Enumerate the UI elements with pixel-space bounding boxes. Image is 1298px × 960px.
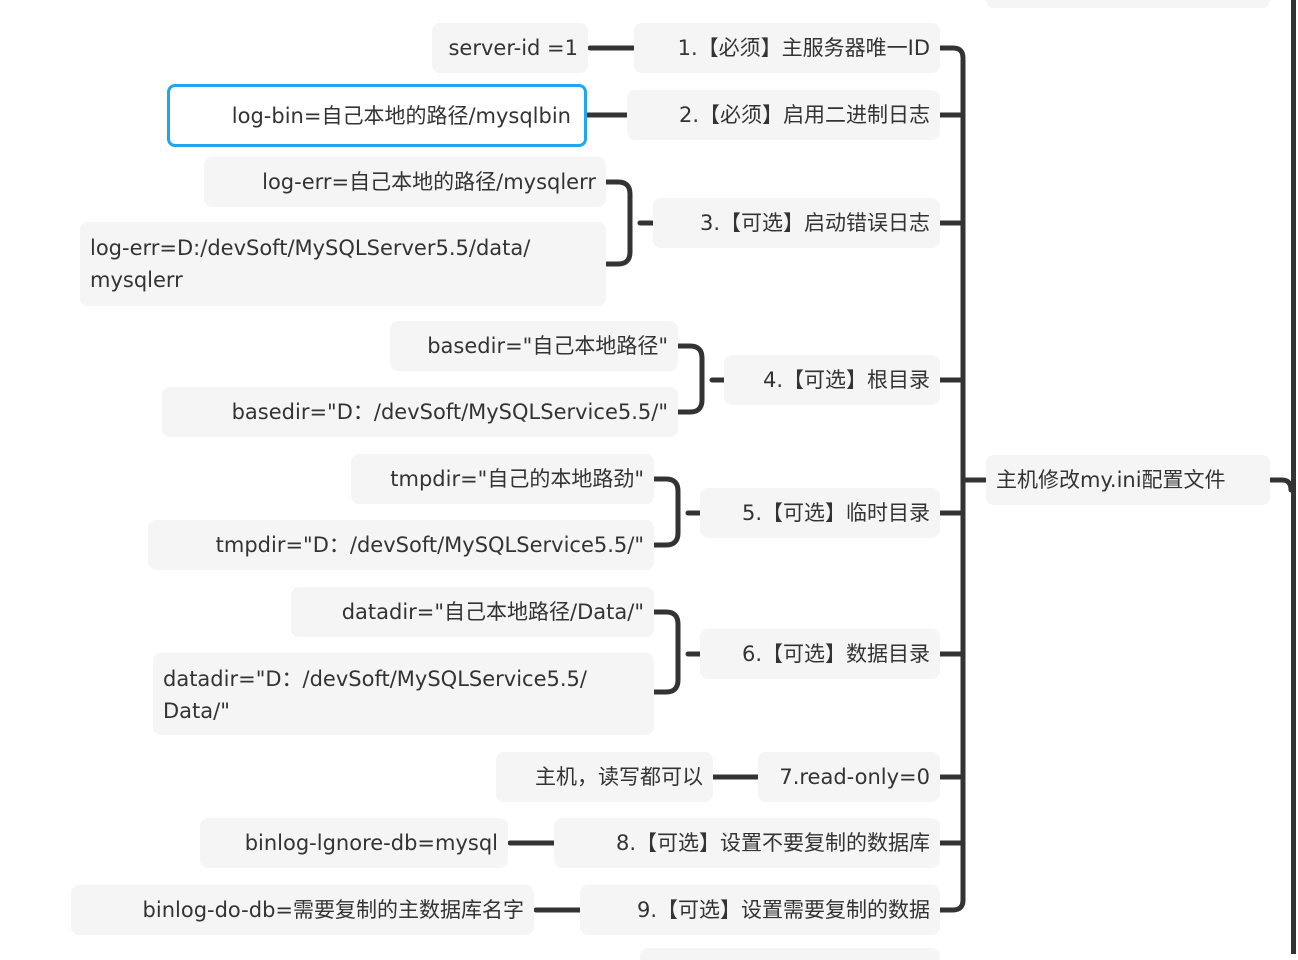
leaf-label: tmpdir="自己的本地路劲": [390, 467, 644, 491]
leaf-datadir-local[interactable]: datadir="自己本地路径/Data/": [291, 587, 654, 637]
leaf-label: basedir="D：/devSoft/MySQLService5.5/": [231, 400, 668, 424]
leaf-label: binlog-do-db=需要复制的主数据库名字: [142, 898, 524, 922]
leaf-server-id[interactable]: server-id =1: [432, 23, 588, 73]
leaf-label-line-2: Data/": [163, 699, 230, 723]
leaf-label: basedir="自己本地路径": [427, 334, 668, 358]
leaf-label: server-id =1: [448, 36, 578, 60]
branch-label: 8.【可选】设置不要复制的数据库: [615, 831, 930, 855]
branch-label: 3.【可选】启动错误日志: [699, 211, 930, 235]
leaf-basedir-path[interactable]: basedir="D：/devSoft/MySQLService5.5/": [162, 387, 678, 437]
branch-label: 5.【可选】临时目录: [741, 501, 930, 525]
branch-label: 7.read-only=0: [779, 765, 930, 789]
leaf-log-err-local[interactable]: log-err=自己本地的路径/mysqlerr: [204, 157, 606, 207]
root-node-label: 主机修改my.ini配置文件: [996, 468, 1226, 492]
branch-node-1[interactable]: 1.【必须】主服务器唯一ID: [634, 23, 940, 73]
leaf-label: log-err=自己本地的路径/mysqlerr: [262, 170, 596, 194]
leaf-tmpdir-local[interactable]: tmpdir="自己的本地路劲": [351, 454, 654, 504]
parent-connector-line: [1291, 0, 1296, 954]
leaf-read-write[interactable]: 主机，读写都可以: [496, 752, 713, 802]
leaf-log-err-path[interactable]: log-err=D:/devSoft/MySQLServer5.5/data/ …: [80, 222, 606, 306]
branch-node-2[interactable]: 2.【必须】启用二进制日志: [627, 90, 940, 140]
leaf-label: binlog-lgnore-db=mysql: [244, 831, 498, 855]
branch-label: 9.【可选】设置需要复制的数据: [636, 898, 930, 922]
branch-node-4[interactable]: 4.【可选】根目录: [724, 355, 940, 405]
leaf-binlog-ignore[interactable]: binlog-lgnore-db=mysql: [200, 818, 508, 868]
root-node[interactable]: 主机修改my.ini配置文件: [986, 455, 1270, 505]
branch-label: 6.【可选】数据目录: [741, 642, 930, 666]
clipped-node-top: [986, 0, 1270, 8]
leaf-basedir-local[interactable]: basedir="自己本地路径": [390, 321, 678, 371]
leaf-label-line-1: log-err=D:/devSoft/MySQLServer5.5/data/: [90, 236, 531, 260]
leaf-binlog-do[interactable]: binlog-do-db=需要复制的主数据库名字: [71, 885, 534, 935]
branch-node-6[interactable]: 6.【可选】数据目录: [700, 629, 940, 679]
branch-label: 2.【必须】启用二进制日志: [678, 103, 930, 127]
leaf-datadir-path[interactable]: datadir="D：/devSoft/MySQLService5.5/ Dat…: [153, 653, 654, 735]
clipped-node-bottom: [640, 948, 940, 960]
leaf-label: tmpdir="D：/devSoft/MySQLService5.5/": [215, 533, 644, 557]
branch-node-8[interactable]: 8.【可选】设置不要复制的数据库: [554, 818, 940, 868]
branch-node-5[interactable]: 5.【可选】临时目录: [700, 488, 940, 538]
leaf-label-line-2: mysqlerr: [90, 268, 183, 292]
leaf-label: log-bin=自己本地的路径/mysqlbin: [231, 103, 571, 128]
leaf-log-bin[interactable]: log-bin=自己本地的路径/mysqlbin: [167, 84, 587, 147]
mind-map-canvas: 主机修改my.ini配置文件 1.【必须】主服务器唯一ID 2.【必须】启用二进…: [0, 0, 1298, 960]
branch-label: 4.【可选】根目录: [762, 368, 930, 392]
leaf-tmpdir-path[interactable]: tmpdir="D：/devSoft/MySQLService5.5/": [148, 520, 654, 570]
leaf-label: 主机，读写都可以: [535, 765, 703, 789]
branch-label: 1.【必须】主服务器唯一ID: [677, 36, 930, 60]
leaf-label-line-1: datadir="D：/devSoft/MySQLService5.5/: [163, 667, 587, 691]
branch-node-3[interactable]: 3.【可选】启动错误日志: [653, 198, 940, 248]
branch-node-9[interactable]: 9.【可选】设置需要复制的数据: [580, 885, 940, 935]
branch-node-7[interactable]: 7.read-only=0: [758, 752, 940, 802]
leaf-label: datadir="自己本地路径/Data/": [341, 600, 644, 624]
